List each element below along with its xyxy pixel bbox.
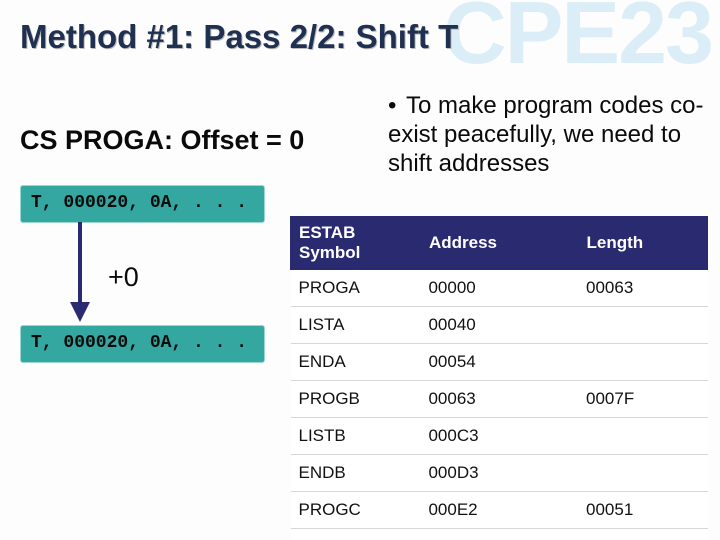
col-symbol-label: ESTAB Symbol: [299, 223, 360, 262]
cell-symbol: LISTB: [291, 418, 421, 455]
cell-address: 00000: [420, 270, 578, 307]
col-symbol: ESTAB Symbol: [291, 217, 421, 270]
table-row: PROGA 00000 00063: [291, 270, 708, 307]
t-record-box-after: T, 000020, 0A, . . .: [20, 325, 265, 363]
cell-address: 00054: [420, 344, 578, 381]
cell-length: 00063: [578, 270, 708, 307]
table-row: ENDB 000D3: [291, 455, 708, 492]
slide: Method #1: Pass 2/2: Shift T • To make p…: [0, 0, 720, 540]
bullet-dot: •: [388, 92, 406, 121]
table-header-row: ESTAB Symbol Address Length: [291, 217, 708, 270]
cell-length: [578, 529, 708, 540]
col-length: Length: [578, 217, 708, 270]
offset-label: +0: [108, 262, 139, 293]
bullet-text: • To make program codes co-exist peacefu…: [388, 92, 708, 178]
t-record-box-before: T, 000020, 0A, . . .: [20, 185, 265, 223]
cell-symbol: LISTA: [291, 307, 421, 344]
table-row: PROGC 000E2 00051: [291, 492, 708, 529]
cell-length: 0007F: [578, 381, 708, 418]
cell-length: [578, 455, 708, 492]
estab-table: ESTAB Symbol Address Length PROGA 00000 …: [290, 216, 708, 540]
cell-symbol: PROGB: [291, 381, 421, 418]
table-row: LISTB 000C3: [291, 418, 708, 455]
bullet-body: To make program codes co-exist peacefull…: [388, 92, 703, 177]
cell-address: 000C3: [420, 418, 578, 455]
cell-length: [578, 307, 708, 344]
cell-length: [578, 344, 708, 381]
slide-title: Method #1: Pass 2/2: Shift T: [20, 18, 458, 56]
cell-length: [578, 418, 708, 455]
down-arrow-icon: [68, 222, 92, 324]
cell-length: 00051: [578, 492, 708, 529]
cell-address: 000D3: [420, 455, 578, 492]
cell-address: 00112: [420, 529, 578, 540]
cell-address: 000E2: [420, 492, 578, 529]
cell-symbol: PROGA: [291, 270, 421, 307]
slide-subtitle: CS PROGA: Offset = 0: [20, 125, 304, 156]
table-row: ENDA 00054: [291, 344, 708, 381]
cell-symbol: ENDA: [291, 344, 421, 381]
cell-address: 00063: [420, 381, 578, 418]
cell-symbol: PROGC: [291, 492, 421, 529]
table-row: LISTC 00112: [291, 529, 708, 540]
col-address: Address: [420, 217, 578, 270]
table-row: LISTA 00040: [291, 307, 708, 344]
table-body: PROGA 00000 00063 LISTA 00040 ENDA 00054…: [291, 270, 708, 540]
table-row: PROGB 00063 0007F: [291, 381, 708, 418]
cell-address: 00040: [420, 307, 578, 344]
cell-symbol: LISTC: [291, 529, 421, 540]
cell-symbol: ENDB: [291, 455, 421, 492]
